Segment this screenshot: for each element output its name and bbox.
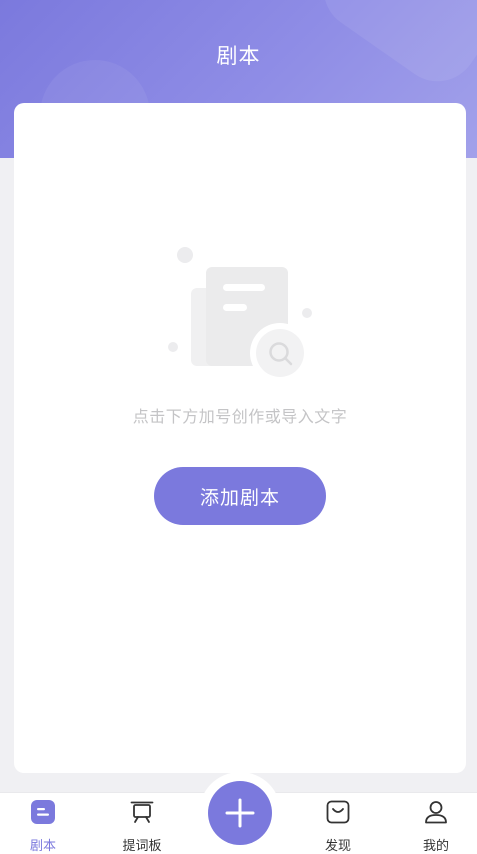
script-icon	[31, 800, 55, 824]
tab-script[interactable]: 剧本	[8, 793, 78, 854]
empty-state-illustration-icon	[164, 241, 324, 383]
add-script-button[interactable]: 添加剧本	[154, 467, 326, 525]
tab-teleprompter-label: 提词板	[122, 839, 162, 854]
tab-script-label: 剧本	[29, 839, 56, 854]
empty-state-message: 点击下方加号创作或导入文字	[132, 407, 348, 426]
teleprompter-icon	[130, 800, 154, 824]
discover-bag-icon	[326, 800, 350, 824]
tab-teleprompter[interactable]: 提词板	[107, 793, 177, 854]
create-plus-button[interactable]	[208, 781, 272, 845]
tab-profile[interactable]: 我的	[401, 793, 471, 854]
tab-discover[interactable]: 发现	[303, 793, 373, 854]
tab-discover-label: 发现	[324, 839, 351, 854]
script-list-card: 点击下方加号创作或导入文字 添加剧本	[14, 103, 466, 773]
page-title: 剧本	[216, 44, 261, 68]
plus-icon	[225, 798, 255, 828]
profile-icon	[424, 800, 448, 824]
tab-profile-label: 我的	[422, 839, 449, 854]
